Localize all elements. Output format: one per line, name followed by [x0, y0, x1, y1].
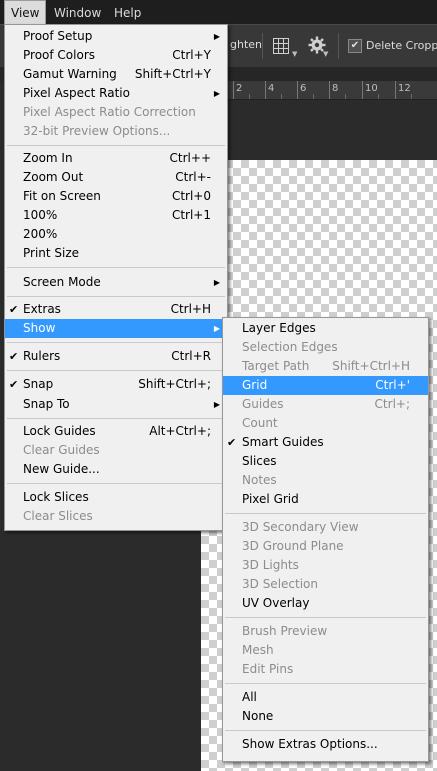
menu-separator — [225, 683, 426, 684]
menu-item-all[interactable]: All — [223, 688, 428, 707]
chevron-right-icon: ▶ — [213, 324, 220, 333]
straighten-label[interactable]: ghten — [230, 38, 262, 51]
menu-item-gamut-warning[interactable]: Gamut Warning Shift+Ctrl+Y — [5, 65, 227, 84]
menu-item-edit-pins[interactable]: Edit Pins — [223, 660, 428, 679]
menu-item-clear-guides[interactable]: Clear Guides — [5, 441, 227, 460]
menu-separator — [225, 730, 426, 731]
ruler-tick: 12 — [398, 83, 411, 94]
menu-item-count[interactable]: Count — [223, 414, 428, 433]
menu-item-zoom-out[interactable]: Zoom Out Ctrl+- — [5, 168, 227, 187]
menu-separator — [225, 617, 426, 618]
menu-item-fit-on-screen[interactable]: Fit on Screen Ctrl+0 — [5, 187, 227, 206]
delete-cropped-label: Delete Cropped — [366, 39, 437, 52]
ruler-tick: 2 — [236, 83, 243, 94]
menu-separator — [7, 370, 225, 371]
menu-separator — [7, 483, 225, 484]
menubar: View Window Help — [0, 0, 437, 24]
menu-item-proof-colors[interactable]: Proof Colors Ctrl+Y — [5, 46, 227, 65]
menu-item-100-percent[interactable]: 100% Ctrl+1 — [5, 206, 227, 225]
show-submenu: Layer Edges Selection Edges Target Path S… — [222, 317, 429, 762]
menu-item-print-size[interactable]: Print Size — [5, 244, 227, 263]
menu-item-pixel-aspect-ratio-correction[interactable]: Pixel Aspect Ratio Correction — [5, 103, 227, 122]
checkmark-icon: ✔ — [9, 303, 19, 316]
menu-item-extras[interactable]: ✔ Extras Ctrl+H — [5, 300, 227, 319]
view-menu: Proof Setup ▶ Proof Colors Ctrl+Y Gamut Wa… — [4, 24, 228, 531]
ruler-tick: 6 — [300, 83, 307, 94]
menu-item-lock-slices[interactable]: Lock Slices — [5, 488, 227, 507]
chevron-right-icon: ▶ — [213, 400, 220, 409]
menu-item-show-extras-options[interactable]: Show Extras Options... — [223, 735, 428, 754]
menu-item-snap[interactable]: ✔ Snap Shift+Ctrl+; — [5, 375, 227, 394]
menu-item-uv-overlay[interactable]: UV Overlay — [223, 594, 428, 613]
menu-item-smart-guides[interactable]: ✔ Smart Guides — [223, 433, 428, 452]
menu-item-lock-guides[interactable]: Lock Guides Alt+Ctrl+; — [5, 422, 227, 441]
menu-item-screen-mode[interactable]: Screen Mode ▶ — [5, 273, 227, 292]
menu-item-layer-edges[interactable]: Layer Edges — [223, 319, 428, 338]
menu-separator — [7, 296, 225, 297]
menu-item-zoom-in[interactable]: Zoom In Ctrl++ — [5, 149, 227, 168]
menu-item-pixel-grid[interactable]: Pixel Grid — [223, 490, 428, 509]
menu-item-none[interactable]: None — [223, 707, 428, 726]
menu-item-pixel-aspect-ratio[interactable]: Pixel Aspect Ratio ▶ — [5, 84, 227, 103]
chevron-right-icon: ▶ — [213, 89, 220, 98]
checkmark-icon: ✔ — [9, 378, 19, 391]
chevron-right-icon: ▶ — [213, 32, 220, 41]
menu-item-snap-to[interactable]: Snap To ▶ — [5, 395, 227, 414]
menu-item-selection-edges[interactable]: Selection Edges — [223, 338, 428, 357]
menu-item-mesh[interactable]: Mesh — [223, 641, 428, 660]
checkmark-icon: ✔ — [9, 350, 19, 363]
divider — [262, 33, 263, 59]
menu-item-grid[interactable]: Grid Ctrl+' — [223, 376, 428, 395]
menu-item-target-path[interactable]: Target Path Shift+Ctrl+H — [223, 357, 428, 376]
chevron-down-icon[interactable]: ▼ — [323, 50, 328, 58]
menu-separator — [7, 145, 225, 146]
menu-item-3d-selection[interactable]: 3D Selection — [223, 575, 428, 594]
menu-item-3d-ground-plane[interactable]: 3D Ground Plane — [223, 537, 428, 556]
menu-item-brush-preview[interactable]: Brush Preview — [223, 622, 428, 641]
menu-separator — [7, 267, 225, 268]
menu-separator — [225, 513, 426, 514]
divider — [338, 33, 339, 59]
chevron-down-icon[interactable]: ▼ — [292, 50, 297, 58]
menu-window[interactable]: Window — [48, 0, 107, 24]
menu-item-proof-setup[interactable]: Proof Setup ▶ — [5, 27, 227, 46]
ruler-tick: 8 — [332, 83, 339, 94]
menu-item-3d-secondary-view[interactable]: 3D Secondary View — [223, 518, 428, 537]
checkmark-icon: ✔ — [227, 436, 237, 449]
ruler-tick: 4 — [268, 83, 275, 94]
chevron-right-icon: ▶ — [213, 278, 220, 287]
menu-separator — [7, 418, 225, 419]
ruler-tick: 10 — [365, 83, 378, 94]
menu-separator — [7, 342, 225, 343]
menu-item-rulers[interactable]: ✔ Rulers Ctrl+R — [5, 347, 227, 366]
menu-item-32bit-preview-options[interactable]: 32-bit Preview Options... — [5, 122, 227, 141]
menu-view[interactable]: View — [4, 0, 47, 24]
menu-item-guides[interactable]: Guides Ctrl+; — [223, 395, 428, 414]
menu-item-new-guide[interactable]: New Guide... — [5, 460, 227, 479]
delete-cropped-checkbox[interactable]: ✔ — [348, 39, 362, 53]
menu-item-clear-slices[interactable]: Clear Slices — [5, 507, 227, 526]
menu-help[interactable]: Help — [108, 0, 147, 24]
menu-item-200-percent[interactable]: 200% — [5, 225, 227, 244]
overlay-grid-icon[interactable] — [272, 37, 290, 55]
menu-item-show[interactable]: Show ▶ — [5, 319, 227, 338]
menu-item-3d-lights[interactable]: 3D Lights — [223, 556, 428, 575]
horizontal-ruler[interactable]: 2 4 6 8 10 12 — [225, 81, 437, 100]
menu-item-slices[interactable]: Slices — [223, 452, 428, 471]
menu-item-notes[interactable]: Notes — [223, 471, 428, 490]
